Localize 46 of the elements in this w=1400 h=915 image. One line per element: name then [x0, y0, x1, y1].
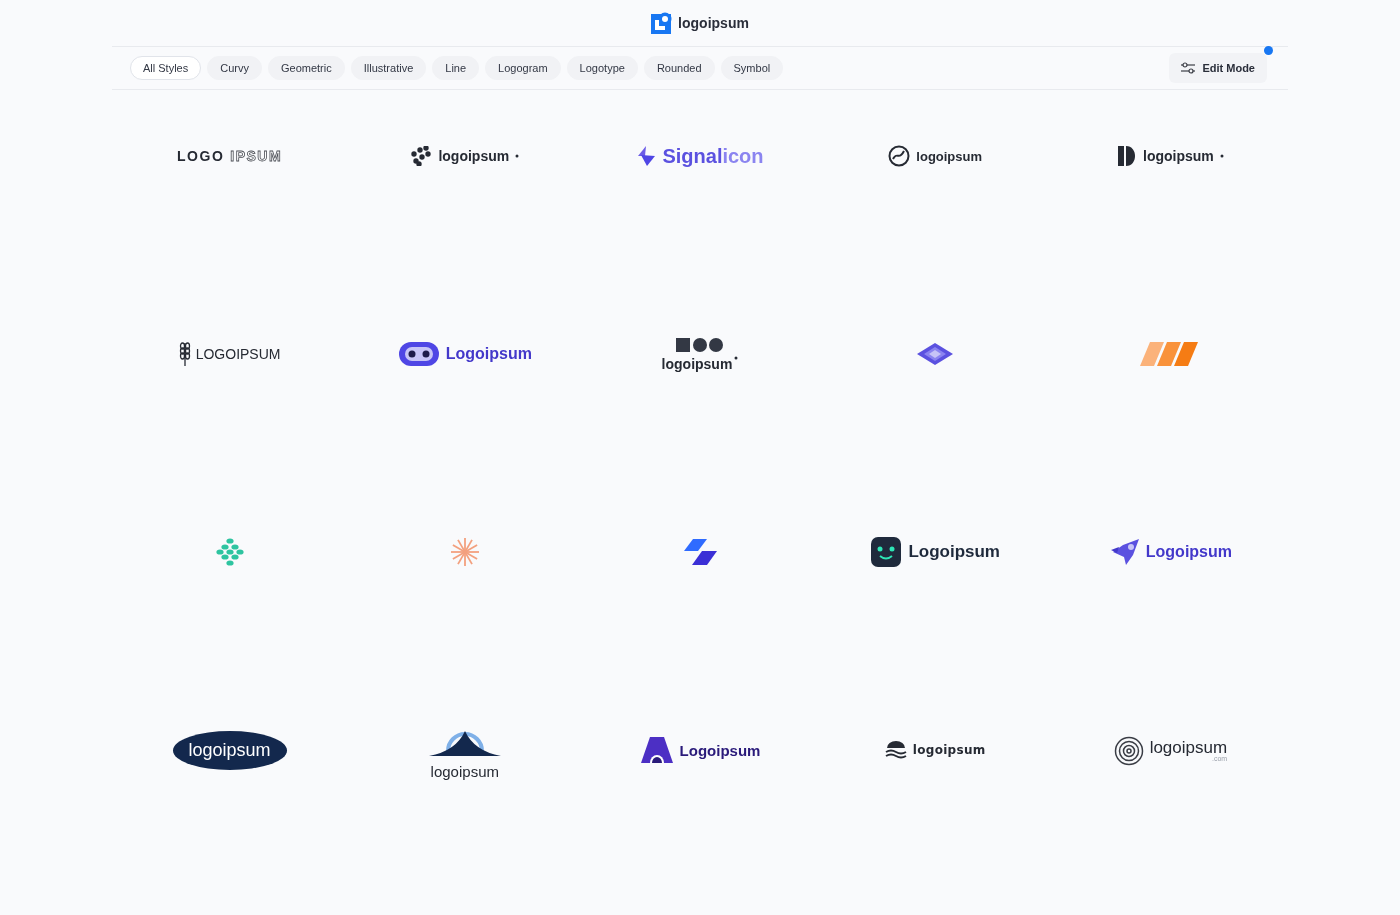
logo-wordmark: Logoipsum	[679, 741, 761, 759]
filter-chip[interactable]: Line	[432, 56, 480, 80]
brand-logo-icon	[651, 12, 674, 34]
logo-wordmark: Logoipsum	[445, 345, 532, 363]
logo-wordmark: Signal	[662, 144, 723, 167]
logo-wordmark: logoipsum	[661, 355, 733, 372]
trademark-dot-icon	[515, 154, 520, 158]
logo-wordmark: logoipsum	[1143, 148, 1214, 164]
filter-chip[interactable]: Geometric	[268, 56, 345, 80]
waves-icon	[884, 741, 907, 759]
trademark-dot-icon	[734, 355, 739, 360]
logo-wordmark: logoipsum	[430, 762, 499, 780]
dots-icon	[410, 146, 433, 166]
d-shape-icon	[1117, 145, 1137, 167]
wheat-icon	[178, 341, 191, 367]
filter-chip[interactable]: Illustrative	[350, 56, 427, 80]
sliders-icon	[1181, 62, 1196, 74]
spiral-icon	[1113, 734, 1144, 766]
filter-chip[interactable]: Symbol	[720, 56, 784, 80]
asterisk-icon	[448, 536, 481, 568]
logo-wordmark: Logoipsum	[908, 542, 1000, 562]
brand-name: logoipsum	[678, 15, 749, 31]
robot-face-icon	[397, 341, 440, 367]
logo-wordmark: logoipsum	[912, 743, 986, 757]
logo-wordmark: logoipsum	[1149, 738, 1228, 758]
logo-wordmark: LOGO	[177, 148, 225, 164]
stripes-icon	[1140, 341, 1201, 367]
a-shape-icon	[639, 736, 674, 764]
smiley-face-icon	[870, 536, 903, 568]
filter-chip[interactable]: Logogram	[485, 56, 561, 80]
logo-wordmark: logoipsum	[188, 739, 271, 760]
logo-wordmark-outline: IPSUM	[230, 148, 283, 164]
edit-mode-button[interactable]: Edit Mode	[1169, 53, 1267, 83]
logo-wordmark: icon	[722, 144, 764, 167]
filter-chip[interactable]: All Styles	[130, 56, 202, 80]
filter-chip[interactable]: Rounded	[643, 56, 715, 80]
filter-chip[interactable]: Curvy	[207, 56, 262, 80]
logo-wordmark: logoipsum	[916, 148, 983, 164]
parallelogram-icon	[681, 538, 719, 566]
logo-wordmark: LOGOIPSUM	[195, 346, 281, 362]
logo-wordmark: logoipsum	[438, 148, 510, 164]
logo-wordmark: Logoipsum	[1145, 543, 1232, 561]
bolt-icon	[636, 145, 657, 167]
filter-chip[interactable]: Logotype	[566, 56, 638, 80]
trademark-dot-icon	[1219, 154, 1224, 158]
shapes-icon	[675, 336, 725, 353]
